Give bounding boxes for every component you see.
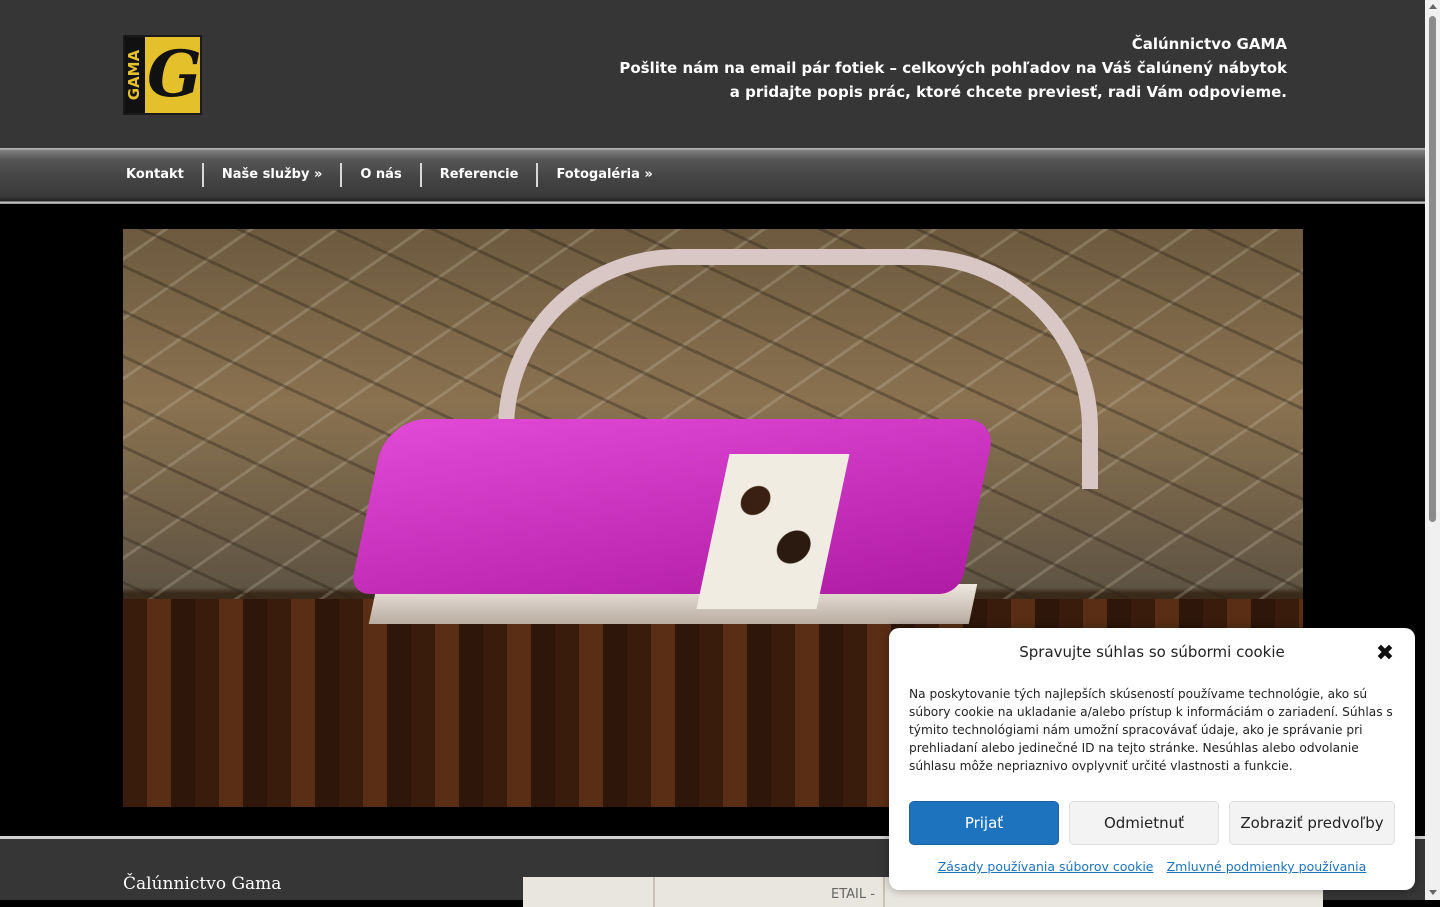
preferences-button[interactable]: Zobraziť predvoľby bbox=[1229, 801, 1395, 845]
nav-item-kontakt[interactable]: Kontakt bbox=[108, 163, 202, 187]
company-name: Čalúnnictvo GAMA bbox=[1131, 35, 1287, 53]
cookie-consent-dialog: Spravujte súhlas so súbormi cookie ✖ Na … bbox=[889, 628, 1415, 890]
cookie-links: Zásady používania súborov cookie Zmluvné… bbox=[889, 856, 1415, 875]
map-road bbox=[883, 877, 885, 907]
nav-item-o-nas[interactable]: O nás bbox=[342, 163, 419, 187]
cookie-policy-link[interactable]: Zásady používania súborov cookie bbox=[938, 859, 1154, 874]
scroll-down-icon[interactable] bbox=[1429, 890, 1437, 895]
logo-word: GAMA bbox=[125, 49, 143, 101]
cookie-buttons: Prijať Odmietnuť Zobraziť predvoľby bbox=[909, 801, 1395, 845]
scroll-thumb[interactable] bbox=[1429, 16, 1436, 522]
logo-letter: G bbox=[147, 37, 202, 112]
terms-link[interactable]: Zmluvné podmienky používania bbox=[1167, 859, 1367, 874]
footer-title: Čalúnnictvo Gama bbox=[123, 874, 282, 894]
tagline-line-1: Pošlite nám na email pár fotiek – celkov… bbox=[619, 59, 1287, 77]
nav-item-nase-sluzby[interactable]: Naše služby » bbox=[204, 163, 340, 187]
cookie-title: Spravujte súhlas so súbormi cookie bbox=[1019, 643, 1285, 661]
site-header: GAMA G Čalúnnictvo GAMA Pošlite nám na e… bbox=[0, 0, 1425, 148]
bench-seat bbox=[349, 419, 997, 594]
main-navbar: Kontakt Naše služby » O nás Referencie F… bbox=[0, 148, 1425, 204]
nav-item-fotogaleria[interactable]: Fotogaléria » bbox=[538, 163, 670, 187]
main-nav: Kontakt Naše služby » O nás Referencie F… bbox=[108, 163, 671, 187]
header-tagline: Čalúnnictvo GAMA Pošlite nám na email pá… bbox=[619, 32, 1287, 104]
scroll-up-icon[interactable] bbox=[1429, 4, 1437, 9]
gama-logo[interactable]: GAMA G bbox=[123, 35, 202, 115]
tagline-line-2: a pridajte popis prác, ktoré chcete prev… bbox=[729, 83, 1287, 101]
page-scrollbar[interactable] bbox=[1425, 0, 1440, 900]
nav-item-referencie[interactable]: Referencie bbox=[422, 163, 537, 187]
accept-button[interactable]: Prijať bbox=[909, 801, 1059, 845]
map-road bbox=[653, 877, 655, 907]
reject-button[interactable]: Odmietnuť bbox=[1069, 801, 1219, 845]
cookie-description: Na poskytovanie tých najlepších skúsenos… bbox=[909, 687, 1393, 773]
close-icon[interactable]: ✖ bbox=[1373, 642, 1397, 666]
